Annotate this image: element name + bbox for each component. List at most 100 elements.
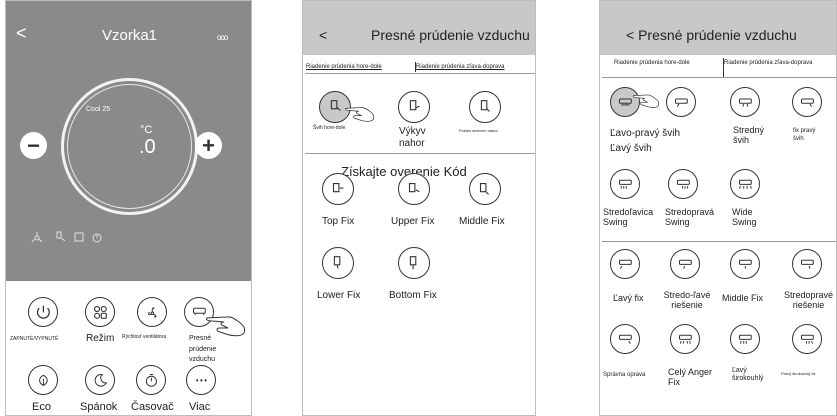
more-label: Viac bbox=[189, 401, 211, 413]
mode-icon bbox=[93, 305, 107, 319]
left-wide-angle-icon bbox=[738, 334, 752, 344]
swing-down-label: Pokles smerom nadol bbox=[459, 128, 498, 133]
eco-button[interactable] bbox=[28, 365, 58, 395]
fan-speed-button[interactable] bbox=[137, 297, 167, 327]
temperature-dial-inner bbox=[67, 84, 192, 209]
bottom-fix-button[interactable] bbox=[398, 247, 430, 279]
swing-up-button[interactable] bbox=[398, 91, 430, 123]
hand-pointer-icon bbox=[342, 101, 382, 123]
more-button[interactable] bbox=[186, 365, 216, 395]
center-right-fix-button[interactable] bbox=[792, 249, 822, 279]
timer-button[interactable] bbox=[136, 365, 166, 395]
hand-pointer-icon bbox=[632, 89, 663, 109]
tab-vertical-airflow[interactable]: Riadenie prúdenia hore-dole bbox=[306, 64, 382, 70]
back-button[interactable]: < bbox=[319, 27, 327, 43]
center-swing-label: Stredný švih bbox=[733, 125, 765, 146]
airflow-icon bbox=[192, 307, 206, 315]
center-left-fix-icon bbox=[678, 259, 692, 269]
sleep-moon-icon bbox=[94, 373, 107, 387]
display-status-icon bbox=[74, 232, 84, 242]
mode-button[interactable] bbox=[85, 297, 115, 327]
center-right-swing-button[interactable] bbox=[668, 169, 698, 199]
temperature-unit: °C bbox=[140, 124, 153, 136]
header-divider bbox=[602, 77, 836, 78]
section-divider bbox=[602, 241, 836, 242]
center-right-swing-icon bbox=[676, 179, 690, 189]
left-right-swing-icon bbox=[618, 98, 632, 106]
right-fix-button[interactable] bbox=[610, 324, 640, 354]
page-title[interactable]: < Presné prúdenie vzduchu bbox=[626, 27, 797, 43]
more-options-icon[interactable]: ooo bbox=[217, 33, 228, 42]
left-swing-button[interactable] bbox=[666, 87, 696, 117]
tab-horizontal-airflow[interactable]: Riadenie prúdenia zľava-doprava bbox=[724, 60, 812, 66]
upper-fix-button[interactable] bbox=[398, 173, 430, 205]
left-swing-icon bbox=[674, 98, 688, 107]
sleep-label: Spánok bbox=[80, 401, 118, 413]
tab-horizontal-airflow[interactable]: Riadenie prúdenia zľava-doprava bbox=[416, 64, 504, 70]
full-angle-fix-button[interactable] bbox=[670, 324, 700, 354]
power-button[interactable] bbox=[28, 297, 58, 327]
center-left-fix-label: Stredo-ľavé riešenie bbox=[663, 290, 711, 311]
middle-fix-button[interactable] bbox=[730, 249, 760, 279]
right-wide-angle-fix-label: Pravý širokouhlý fix bbox=[781, 371, 816, 376]
status-icons bbox=[31, 230, 121, 244]
right-swing-button[interactable] bbox=[792, 87, 822, 117]
fan-status-icon bbox=[34, 235, 40, 241]
left-fix-button[interactable] bbox=[610, 249, 640, 279]
swing-down-button[interactable] bbox=[469, 91, 501, 123]
increase-temperature-button[interactable]: + bbox=[195, 132, 222, 159]
eco-label: Eco bbox=[32, 401, 51, 413]
lower-fix-icon bbox=[333, 256, 341, 269]
left-swing-label: Ľavý švih bbox=[610, 143, 652, 154]
power-icon bbox=[36, 305, 50, 319]
fan-speed-label: Rýchlosť ventilátora bbox=[122, 334, 167, 340]
decrease-temperature-button[interactable]: − bbox=[20, 132, 47, 159]
section-divider bbox=[305, 153, 535, 154]
center-swing-button[interactable] bbox=[730, 87, 760, 117]
center-left-swing-button[interactable] bbox=[610, 169, 640, 199]
sleep-button[interactable] bbox=[85, 365, 115, 395]
bottom-fix-label: Bottom Fix bbox=[389, 290, 437, 301]
screen-precise-airflow-vertical: < Presné prúdenie vzduchu Riadenie prúde… bbox=[302, 0, 536, 416]
wide-swing-button[interactable] bbox=[730, 169, 760, 199]
top-fix-label: Top Fix bbox=[322, 216, 355, 227]
power-label: ZAPNUTÉ/VYPNUTÉ bbox=[10, 336, 59, 342]
fix-right-swing-label: fix pravý švih bbox=[793, 128, 816, 143]
middle-fix-label: Middle Fix bbox=[722, 293, 764, 303]
center-left-swing-icon bbox=[618, 179, 632, 189]
device-title: Vzorka1 bbox=[101, 27, 158, 44]
timer-label: Časovač bbox=[131, 401, 174, 413]
more-dots-icon bbox=[195, 378, 207, 382]
mode-label: Režim bbox=[86, 333, 115, 344]
middle-fix-button[interactable] bbox=[469, 173, 501, 205]
page-title: Presné prúdenie vzduchu bbox=[371, 27, 530, 43]
swing-up-down-label: Švih hore-dole bbox=[313, 125, 346, 131]
middle-fix-label: Middle Fix bbox=[459, 216, 505, 227]
plus-icon: + bbox=[202, 132, 215, 158]
left-wide-angle-label: Ľavý širokouhlý bbox=[732, 367, 764, 383]
middle-fix-icon bbox=[479, 183, 489, 195]
eco-leaf-icon bbox=[38, 374, 48, 386]
minus-icon: − bbox=[27, 132, 40, 158]
screen-main-control: < Vzorka1 ooo Cool 25 °C .0 − + ZAPNUTÉ/… bbox=[5, 0, 252, 416]
wide-swing-label: Wide Swing bbox=[732, 207, 757, 228]
left-wide-angle-button[interactable] bbox=[730, 324, 760, 354]
tab-vertical-airflow[interactable]: Riadenie prúdenia hore-dole bbox=[614, 60, 690, 66]
right-swing-icon bbox=[800, 98, 814, 107]
wide-swing-icon bbox=[738, 179, 752, 189]
center-right-fix-icon bbox=[800, 259, 814, 269]
screen-precise-airflow-horizontal: < Presné prúdenie vzduchu Riadenie prúde… bbox=[599, 0, 837, 416]
top-fix-button[interactable] bbox=[322, 173, 354, 205]
left-fix-icon bbox=[618, 259, 632, 269]
right-fix-icon bbox=[618, 334, 632, 344]
fan-speed-icon bbox=[147, 306, 157, 318]
bottom-fix-icon bbox=[409, 256, 417, 270]
right-wide-angle-button[interactable] bbox=[792, 324, 822, 354]
swing-up-icon bbox=[409, 100, 420, 111]
precise-airflow-label: Presné prúdenie vzduchu bbox=[189, 335, 217, 363]
full-angle-fix-label: Celý Anger Fix bbox=[668, 367, 713, 388]
center-left-fix-button[interactable] bbox=[670, 249, 700, 279]
lower-fix-button[interactable] bbox=[322, 247, 354, 279]
lower-fix-label: Lower Fix bbox=[317, 290, 361, 301]
mode-text: Cool 25 bbox=[86, 106, 111, 113]
